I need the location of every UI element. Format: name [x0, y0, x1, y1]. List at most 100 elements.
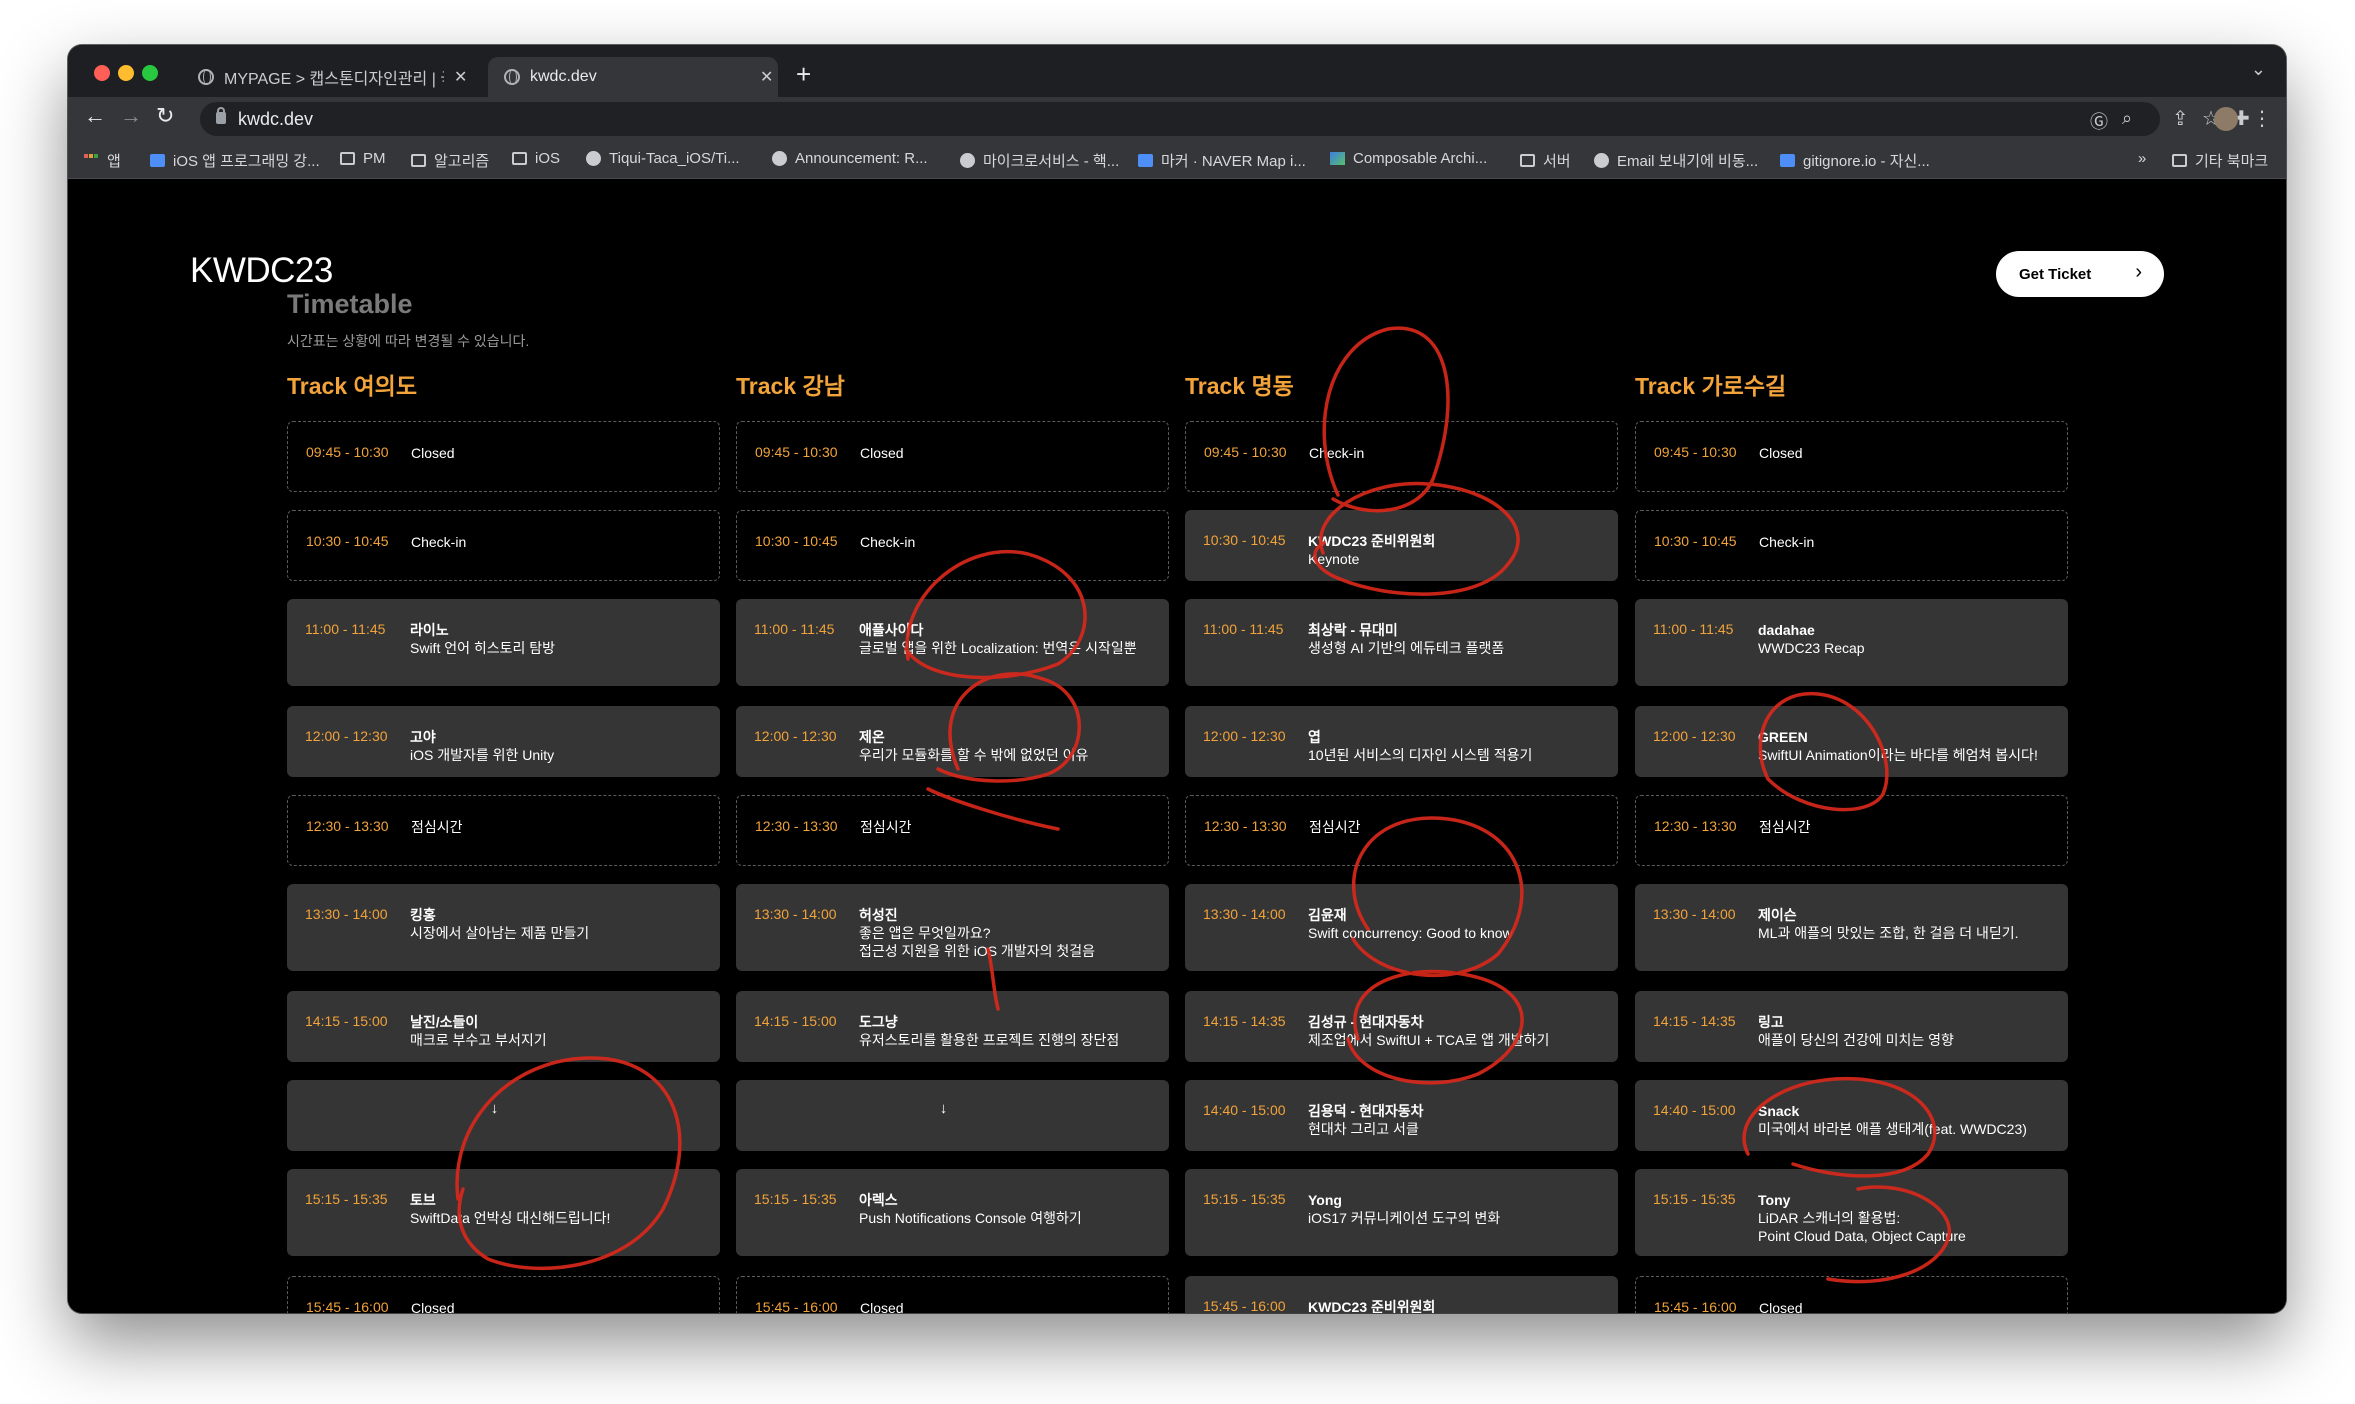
session-card: 15:45 - 16:00 Closed: [287, 1276, 720, 1313]
session-speaker: 아렉스: [859, 1192, 898, 1208]
session-card[interactable]: 15:15 - 15:35 아렉스 Push Notifications Conso…: [736, 1169, 1169, 1256]
bookmark-icon: [1138, 154, 1153, 167]
session-body: 점심시간: [411, 818, 463, 836]
profile-avatar[interactable]: [2214, 107, 2238, 131]
chevron-down-icon[interactable]: ⌄: [2251, 59, 2266, 80]
bookmark-composable[interactable]: Composable Archi...: [1330, 150, 1487, 167]
session-time: 10:30 - 10:45: [306, 533, 389, 549]
bookmark-label: Announcement: R...: [795, 150, 928, 167]
bookmark-ios[interactable]: iOS: [512, 150, 560, 167]
address-bar[interactable]: kwdc.dev Ⓖ ⌕: [200, 102, 2160, 136]
bookmark-apps[interactable]: 앱: [84, 150, 121, 171]
session-card: 15:45 - 16:00 Closed: [736, 1276, 1169, 1313]
session-card[interactable]: 13:30 - 14:00 킹홍 시장에서 살아남는 제품 만들기: [287, 884, 720, 971]
zoom-icon[interactable]: ⌕: [2122, 108, 2132, 129]
session-card[interactable]: 12:00 - 12:30 제온 우리가 모듈화를 할 수 밖에 없었던 이유: [736, 706, 1169, 777]
session-body: GREEN SwiftUI Animation이라는 바다를 헤엄쳐 봅시다!: [1758, 728, 2038, 764]
session-card[interactable]: 14:15 - 14:35 링고 애플이 당신의 건강에 미치는 영향: [1635, 991, 2068, 1062]
bookmark-tiqui-taca[interactable]: Tiqui-Taca_iOS/Ti...: [586, 150, 740, 167]
close-icon[interactable]: ✕: [454, 67, 467, 87]
session-card[interactable]: 14:15 - 15:00 도그냥 유저스토리를 활용한 프로젝트 진행의 장단점: [736, 991, 1169, 1062]
session-card[interactable]: 12:00 - 12:30 엽 10년된 서비스의 디자인 시스템 적용기: [1185, 706, 1618, 777]
session-card[interactable]: 14:40 - 15:00 김용덕 - 현대자동차 현대차 그리고 서클: [1185, 1080, 1618, 1151]
menu-icon[interactable]: ⋮: [2252, 106, 2272, 131]
session-body: 고야 iOS 개발자를 위한 Unity: [410, 728, 554, 764]
new-tab-button[interactable]: +: [796, 59, 811, 90]
bookmark-email[interactable]: Email 보내기에 비동...: [1594, 150, 1758, 171]
get-ticket-button[interactable]: Get Ticket ›: [1996, 251, 2164, 297]
session-talk: WWDC23 Recap: [1758, 640, 1865, 656]
folder-icon: [411, 154, 426, 167]
tab-title: kwdc.dev: [530, 68, 597, 85]
session-card[interactable]: 11:00 - 11:45 라이노 Swift 언어 히스토리 탐방: [287, 599, 720, 686]
bookmark-label: 마커 · NAVER Map i...: [1161, 153, 1306, 170]
bookmark-label: 앱: [107, 153, 121, 170]
session-body: Closed: [411, 444, 455, 462]
chevron-right-icon: ›: [2135, 261, 2142, 283]
session-card[interactable]: 13:30 - 14:00 제이슨 ML과 애플의 맛있는 조합, 한 걸음 더 내…: [1635, 884, 2068, 971]
session-card[interactable]: 14:15 - 15:00 날진/소들이 매크로 부수고 부서지기: [287, 991, 720, 1062]
session-talk: 점심시간: [411, 819, 463, 835]
session-time: 15:15 - 15:35: [754, 1191, 837, 1207]
session-body: 점심시간: [1309, 818, 1361, 836]
session-time: 10:30 - 10:45: [1203, 532, 1286, 548]
session-card[interactable]: 14:15 - 14:35 김성규 - 현대자동차 제조업에서 SwiftUI + …: [1185, 991, 1618, 1062]
bookmark-microservice[interactable]: 마이크로서비스 - 핵...: [960, 150, 1119, 171]
session-body: 아렉스 Push Notifications Console 여행하기: [859, 1191, 1082, 1227]
session-card[interactable]: 15:15 - 15:35 토브 SwiftData 언박싱 대신해드립니다!: [287, 1169, 720, 1256]
session-card: 09:45 - 10:30 Closed: [736, 421, 1169, 492]
session-talk: Closed: [1759, 445, 1803, 461]
session-body: 애플사이다 글로벌 앱을 위한 Localization: 번역은 시작일뿐: [859, 621, 1137, 657]
minimize-window-button[interactable]: [118, 65, 134, 81]
bookmarks-overflow[interactable]: »: [2138, 150, 2146, 167]
session-talk: 10년된 서비스의 디자인 시스템 적용기: [1308, 747, 1533, 763]
close-window-button[interactable]: [94, 65, 110, 81]
session-card[interactable]: 15:15 - 15:35 Tony LiDAR 스캐너의 활용법: Point Cl…: [1635, 1169, 2068, 1256]
session-card[interactable]: 11:00 - 11:45 애플사이다 글로벌 앱을 위한 Localization…: [736, 599, 1169, 686]
session-card[interactable]: 12:00 - 12:30 GREEN SwiftUI Animation이라는 바…: [1635, 706, 2068, 777]
session-card[interactable]: 13:30 - 14:00 김윤재 Swift concurrency: Good …: [1185, 884, 1618, 971]
session-talk: 시장에서 살아남는 제품 만들기: [410, 925, 590, 941]
session-time: 14:15 - 14:35: [1203, 1013, 1286, 1029]
session-card[interactable]: 14:40 - 15:00 Snack 미국에서 바라본 애플 생태계(feat. …: [1635, 1080, 2068, 1151]
bookmark-ios-lecture[interactable]: iOS 앱 프로그래밍 강...: [150, 150, 320, 171]
session-card[interactable]: 12:00 - 12:30 고야 iOS 개발자를 위한 Unity: [287, 706, 720, 777]
bookmark-gitignore[interactable]: gitignore.io - 자신...: [1780, 150, 1930, 171]
track-title: Track 가로수길: [1635, 373, 1787, 399]
session-speaker: 김성규 - 현대자동차: [1308, 1014, 1424, 1030]
site-logo[interactable]: KWDC23: [190, 251, 333, 291]
session-time: 13:30 - 14:00: [1653, 906, 1736, 922]
tab-mypage[interactable]: MYPAGE > 캡스톤디자인관리 | 국민 ✕: [198, 57, 478, 97]
session-time: 11:00 - 11:45: [754, 621, 835, 637]
session-time: 11:00 - 11:45: [1203, 621, 1284, 637]
session-card[interactable]: 11:00 - 11:45 최상락 - 뮤대미 생성형 AI 기반의 에듀테크 플랫…: [1185, 599, 1618, 686]
tab-kwdc[interactable]: kwdc.dev ✕: [488, 57, 778, 97]
bookmark-naver-map[interactable]: 마커 · NAVER Map i...: [1138, 150, 1306, 171]
share-icon[interactable]: ⇪: [2172, 106, 2189, 131]
session-time: 09:45 - 10:30: [1654, 444, 1737, 460]
back-button[interactable]: ←: [84, 103, 106, 129]
session-talk: 애플이 당신의 건강에 미치는 영향: [1758, 1032, 1954, 1048]
maximize-window-button[interactable]: [142, 65, 158, 81]
session-card[interactable]: 15:45 - 16:00 KWDC23 준비위원회Closing: [1185, 1276, 1618, 1313]
session-card: 10:30 - 10:45 Check-in: [1635, 510, 2068, 581]
session-body: 김성규 - 현대자동차 제조업에서 SwiftUI + TCA로 앱 개발하기: [1308, 1013, 1549, 1049]
forward-button[interactable]: →: [120, 103, 142, 129]
bookmark-pm[interactable]: PM: [340, 150, 386, 167]
session-card[interactable]: 13:30 - 14:00 허성진 좋은 앱은 무엇일까요? 접근성 지원을 위한 i…: [736, 884, 1169, 971]
bookmark-label: gitignore.io - 자신...: [1803, 153, 1930, 170]
session-card[interactable]: 15:15 - 15:35 Yong iOS17 커뮤니케이션 도구의 변화: [1185, 1169, 1618, 1256]
session-speaker: 애플사이다: [859, 622, 924, 638]
session-body: 허성진 좋은 앱은 무엇일까요? 접근성 지원을 위한 iOS 개발자의 첫걸음: [859, 906, 1095, 960]
bookmark-announcement[interactable]: Announcement: R...: [772, 150, 928, 167]
bookmark-label: Email 보내기에 비동...: [1617, 153, 1759, 170]
bookmark-server[interactable]: 서버: [1520, 150, 1571, 171]
session-body: dadahae WWDC23 Recap: [1758, 621, 1865, 657]
reload-button[interactable]: ↻: [156, 103, 174, 129]
close-icon[interactable]: ✕: [760, 67, 773, 87]
bookmark-other[interactable]: 기타 북마크: [2172, 150, 2268, 171]
google-icon[interactable]: Ⓖ: [2090, 108, 2108, 134]
session-card[interactable]: 10:30 - 10:45 KWDC23 준비위원회 Keynote: [1185, 510, 1618, 581]
bookmark-algorithm[interactable]: 알고리즘: [411, 150, 489, 171]
session-card[interactable]: 11:00 - 11:45 dadahae WWDC23 Recap: [1635, 599, 2068, 686]
